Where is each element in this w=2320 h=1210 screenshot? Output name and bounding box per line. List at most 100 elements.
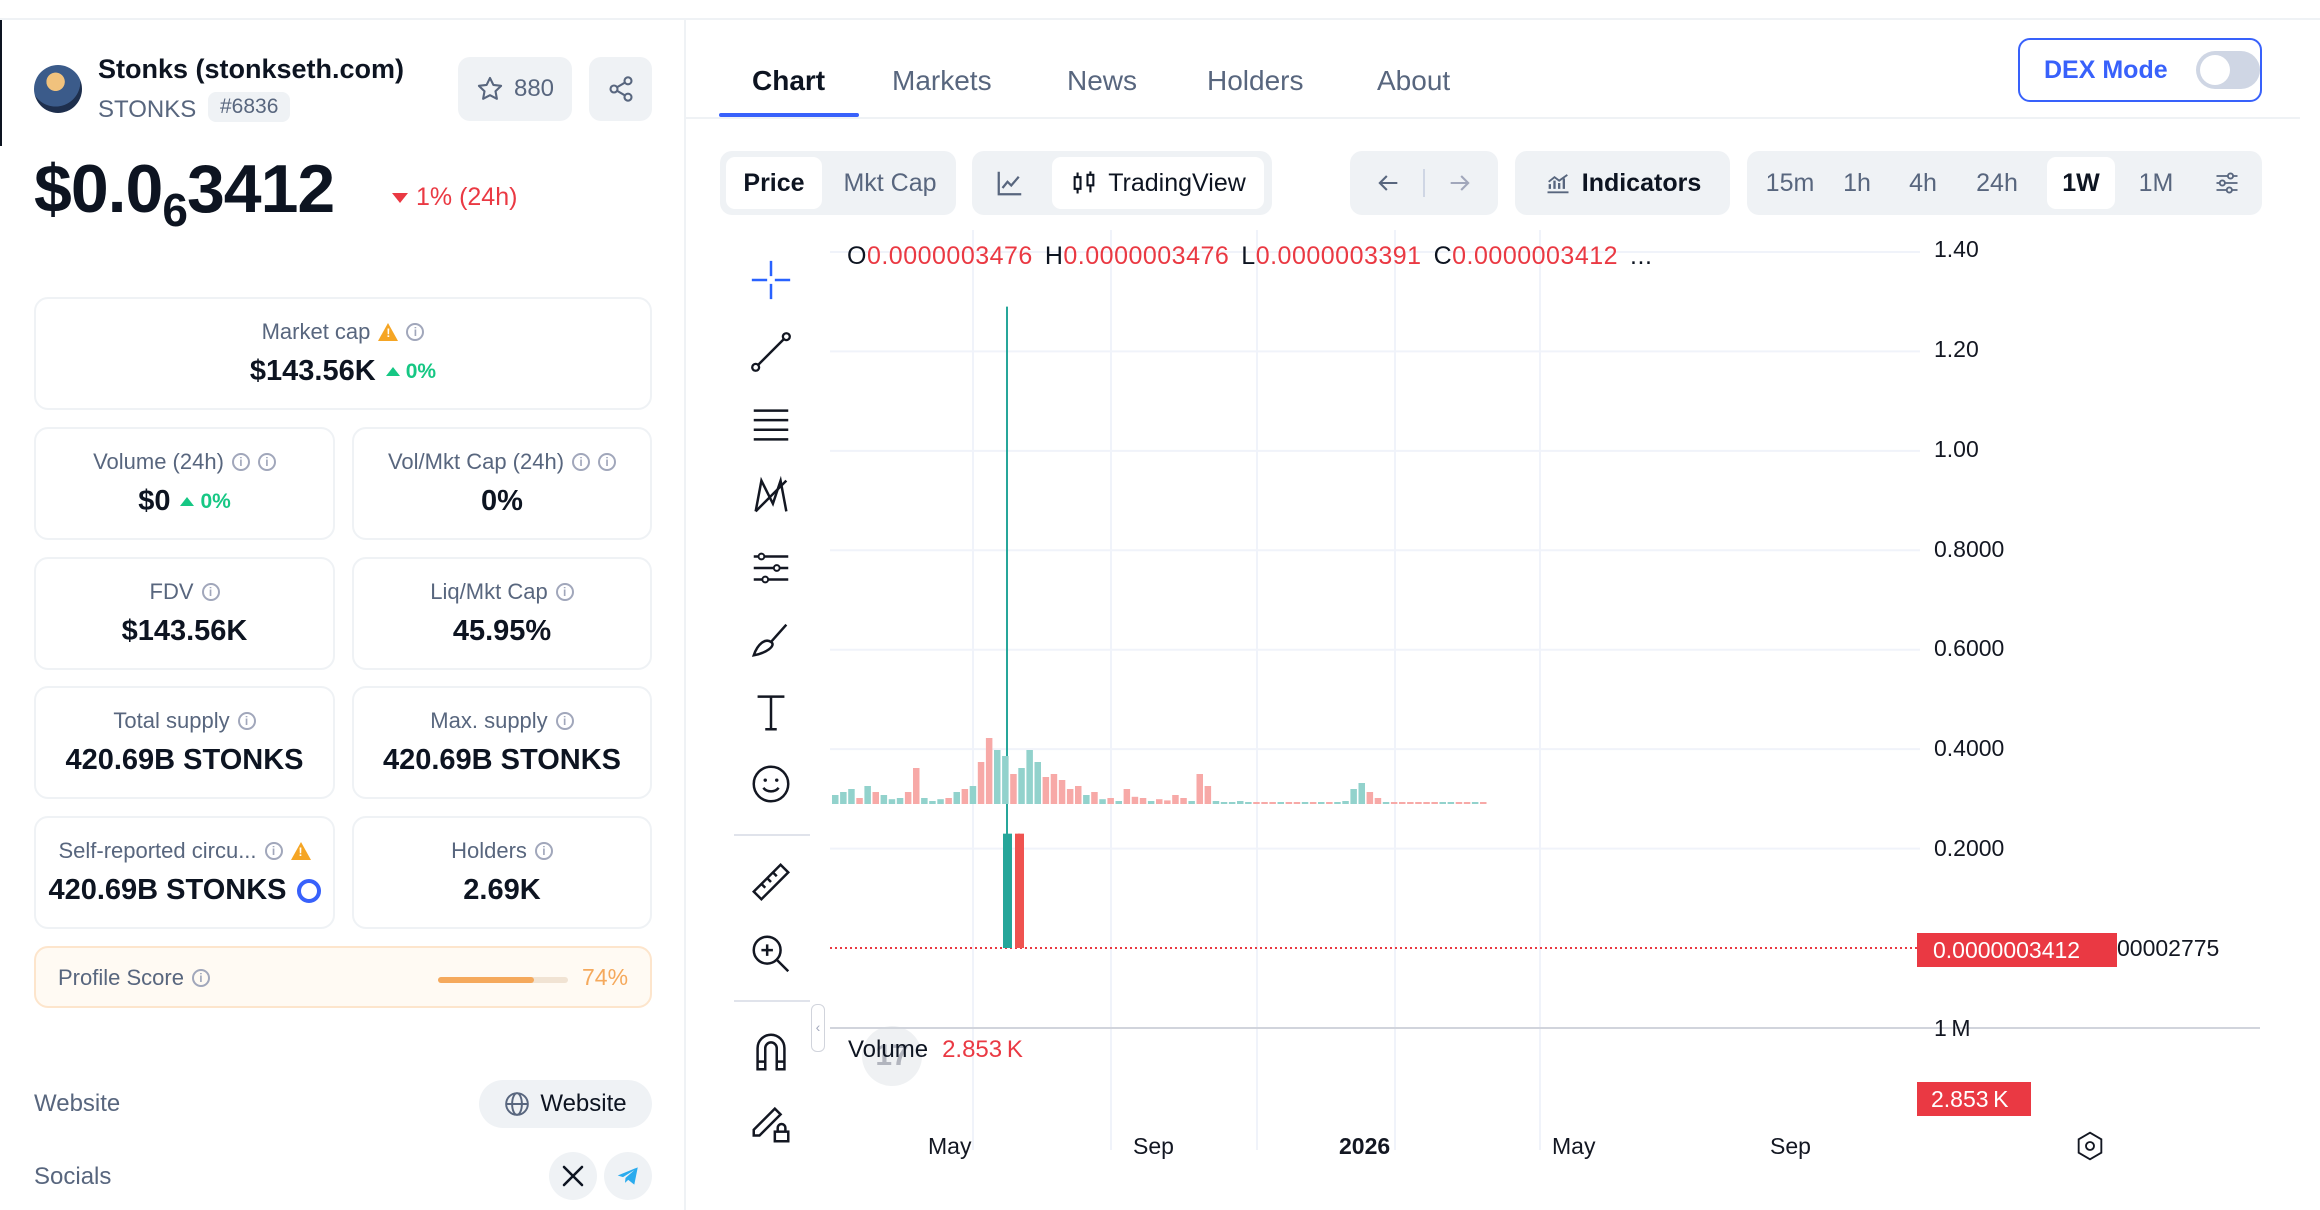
price-tag-tail: 00002775 bbox=[2117, 935, 2220, 961]
forecast-tool[interactable] bbox=[746, 543, 796, 593]
current-price-tag: 0.0000003412 bbox=[1917, 933, 2117, 967]
coin-price: $0.063412 bbox=[34, 151, 335, 236]
info-icon[interactable]: i bbox=[572, 453, 591, 471]
volume-bar bbox=[1407, 802, 1414, 804]
warning-icon[interactable] bbox=[290, 842, 311, 860]
text-tool[interactable] bbox=[746, 687, 796, 737]
stat-volume: Volume (24h) i i $0 0% bbox=[34, 427, 335, 540]
interval-15m[interactable]: 15m bbox=[1755, 157, 1825, 209]
volume-bar bbox=[1091, 792, 1098, 804]
volume-bar bbox=[880, 795, 888, 804]
volume-bar bbox=[856, 798, 863, 804]
volume-bar bbox=[888, 799, 896, 804]
info-icon[interactable]: i bbox=[231, 453, 250, 471]
profile-score-bar bbox=[438, 977, 568, 983]
stat-circulating-supply: Self-reported circu...i 420.69B STONKS bbox=[34, 816, 335, 929]
y-tick: 0.4000 bbox=[1934, 735, 2005, 761]
chart-settings-gear[interactable] bbox=[2074, 1130, 2106, 1167]
ruler-icon bbox=[751, 862, 791, 902]
x-social-button[interactable] bbox=[549, 1152, 597, 1200]
volume-bar bbox=[1390, 802, 1398, 804]
info-icon[interactable]: i bbox=[534, 842, 553, 860]
lock-drawing-tool[interactable] bbox=[746, 1099, 796, 1149]
info-icon[interactable]: i bbox=[257, 453, 276, 471]
info-icon[interactable]: i bbox=[598, 453, 617, 471]
info-icon[interactable]: i bbox=[555, 712, 574, 730]
tab-chart[interactable]: Chart bbox=[752, 65, 825, 97]
rank-badge: #6836 bbox=[208, 92, 291, 122]
volume-bar bbox=[1277, 802, 1284, 804]
telegram-social-button[interactable] bbox=[604, 1152, 652, 1200]
volume-bar bbox=[872, 792, 879, 804]
tab-news[interactable]: News bbox=[1067, 65, 1137, 97]
undo-button[interactable] bbox=[1360, 157, 1416, 209]
info-icon[interactable]: i bbox=[264, 842, 283, 860]
crosshair-tool[interactable] bbox=[746, 255, 796, 305]
info-icon[interactable]: i bbox=[201, 583, 220, 601]
volume-bar bbox=[848, 789, 855, 804]
volume-bar bbox=[1220, 802, 1228, 804]
verified-ring-icon[interactable] bbox=[296, 878, 321, 903]
volume-bar bbox=[896, 798, 904, 804]
volume-bar bbox=[1026, 750, 1033, 804]
volume-bar bbox=[961, 789, 969, 804]
pattern-tool[interactable] bbox=[746, 471, 796, 521]
info-icon[interactable]: i bbox=[191, 969, 210, 987]
info-icon[interactable]: i bbox=[406, 323, 425, 341]
interval-1m[interactable]: 1M bbox=[2121, 157, 2191, 209]
chart-settings-button[interactable] bbox=[2199, 157, 2255, 209]
smiley-icon bbox=[752, 765, 790, 803]
volume-bar bbox=[1399, 802, 1406, 804]
line-chart-button[interactable] bbox=[978, 157, 1042, 209]
toggle-switch[interactable] bbox=[2195, 51, 2260, 89]
stat-max-supply: Max. supply i 420.69B STONKS bbox=[352, 686, 652, 799]
price-button[interactable]: Price bbox=[726, 157, 822, 209]
volume-bar bbox=[1042, 777, 1050, 804]
trendline-tool[interactable] bbox=[746, 327, 796, 377]
website-button[interactable]: Website bbox=[479, 1080, 652, 1128]
interval-4h[interactable]: 4h bbox=[1891, 157, 1955, 209]
watchlist-button[interactable]: 880 bbox=[458, 57, 572, 121]
volume-bar bbox=[1253, 802, 1260, 804]
volume-bar bbox=[1309, 802, 1317, 804]
price-chart[interactable] bbox=[830, 230, 2260, 1160]
x-tick: Sep bbox=[1133, 1133, 1174, 1159]
fib-tool[interactable] bbox=[746, 399, 796, 449]
hexagon-gear-icon bbox=[2077, 1131, 2103, 1161]
profile-score[interactable]: Profile Score i 74% bbox=[34, 946, 652, 1008]
share-icon bbox=[608, 76, 633, 102]
volume-bar bbox=[1439, 802, 1446, 804]
chart-grid bbox=[830, 230, 2260, 1150]
tab-about[interactable]: About bbox=[1377, 65, 1450, 97]
share-button[interactable] bbox=[589, 57, 652, 121]
volume-bar bbox=[1471, 802, 1479, 804]
volume-bar bbox=[1180, 798, 1187, 804]
indicators-button[interactable]: Indicators bbox=[1515, 151, 1730, 215]
tradingview-button[interactable]: TradingView bbox=[1052, 157, 1264, 209]
watchlist-count: 880 bbox=[513, 75, 555, 102]
interval-1w[interactable]: 1W bbox=[2047, 157, 2115, 209]
line-chart-icon bbox=[997, 171, 1022, 196]
tab-holders[interactable]: Holders bbox=[1207, 65, 1303, 97]
info-icon[interactable]: i bbox=[237, 712, 256, 730]
volume-bar bbox=[1131, 796, 1139, 804]
mkt-cap-button[interactable]: Mkt Cap bbox=[830, 157, 950, 209]
x-tick: Sep bbox=[1770, 1133, 1811, 1159]
magnet-tool[interactable] bbox=[746, 1027, 796, 1077]
volume-bar bbox=[1172, 795, 1179, 804]
interval-24h[interactable]: 24h bbox=[1959, 157, 2035, 209]
collapse-toolbar-handle[interactable]: ‹ bbox=[811, 1004, 825, 1052]
volume-bar bbox=[1293, 802, 1301, 804]
interval-1h[interactable]: 1h bbox=[1827, 157, 1887, 209]
ruler-tool[interactable] bbox=[746, 857, 796, 907]
dex-mode-toggle[interactable]: DEX Mode bbox=[2018, 38, 2262, 102]
zoom-tool[interactable] bbox=[746, 929, 796, 979]
redo-button[interactable] bbox=[1432, 157, 1488, 209]
emoji-tool[interactable] bbox=[746, 759, 796, 809]
brush-tool[interactable] bbox=[746, 615, 796, 665]
telegram-icon bbox=[617, 1167, 638, 1185]
warning-icon[interactable] bbox=[378, 323, 399, 341]
info-icon[interactable]: i bbox=[555, 583, 574, 601]
tools-divider bbox=[734, 834, 810, 836]
tab-markets[interactable]: Markets bbox=[892, 65, 992, 97]
